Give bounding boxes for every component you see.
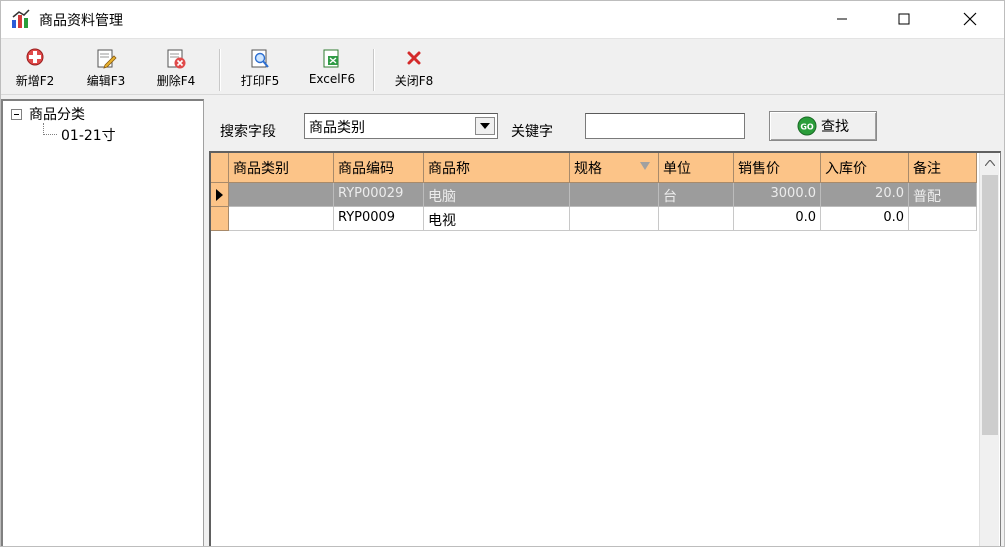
cell-sale-price[interactable]: 0.0 — [734, 207, 821, 231]
window-title: 商品资料管理 — [39, 13, 123, 29]
find-button[interactable]: GO 查找 — [769, 111, 877, 141]
cell-category[interactable] — [229, 207, 334, 231]
cell-name[interactable]: 电视 — [424, 207, 570, 231]
toolbar-separator — [373, 49, 375, 91]
new-label: 新增F2 — [15, 74, 55, 88]
current-row-arrow-icon — [216, 189, 223, 201]
column-header-label: 规格 — [574, 161, 602, 177]
close-window-button[interactable] — [947, 1, 993, 37]
category-tree[interactable]: 商品分类 01-21寸 — [1, 99, 204, 546]
excel-label: ExcelF6 — [308, 72, 356, 86]
column-header[interactable]: 销售价 — [734, 153, 821, 183]
tree-root-node[interactable]: 商品分类 — [29, 104, 85, 124]
cell-spec[interactable] — [570, 207, 659, 231]
content-panel: 搜索字段 商品类别 关键字 GO 查找 商品类别 商品编码 商品称 规格 单位 … — [207, 99, 1004, 546]
header-corner — [211, 153, 229, 183]
title-bar: 商品资料管理 — [1, 1, 1004, 39]
tree-connector — [43, 134, 57, 135]
dropdown-button[interactable] — [475, 117, 495, 135]
cell-cost-price[interactable]: 20.0 — [821, 183, 909, 207]
edit-button[interactable]: 编辑F3 — [73, 45, 139, 93]
cell-category[interactable] — [229, 183, 334, 207]
column-header[interactable]: 备注 — [909, 153, 977, 183]
close-button[interactable]: 关闭F8 — [383, 45, 445, 93]
close-icon — [963, 12, 977, 26]
delete-x-icon — [167, 49, 186, 69]
new-button[interactable]: 新增F2 — [5, 45, 65, 93]
cell-note[interactable]: 普配 — [909, 183, 977, 207]
toolbar: 新增F2 编辑F3 删除F4 打印F5 ExcelF6 关闭F8 — [1, 43, 1004, 95]
search-bar: 搜索字段 商品类别 关键字 GO 查找 — [207, 99, 1004, 151]
table-row[interactable]: RYP0009 电视 0.0 0.0 — [211, 207, 977, 231]
column-header[interactable]: 入库价 — [821, 153, 909, 183]
cell-sale-price[interactable]: 3000.0 — [734, 183, 821, 207]
excel-button[interactable]: ExcelF6 — [297, 45, 367, 93]
maximize-icon — [898, 13, 910, 25]
column-header[interactable]: 规格 — [570, 153, 659, 183]
cell-unit[interactable]: 台 — [659, 183, 734, 207]
app-chart-icon — [12, 9, 30, 28]
close-label: 关闭F8 — [394, 74, 434, 88]
cell-note[interactable] — [909, 207, 977, 231]
column-header[interactable]: 单位 — [659, 153, 734, 183]
column-header[interactable]: 商品编码 — [334, 153, 424, 183]
scroll-up-button[interactable] — [980, 153, 1000, 173]
svg-text:GO: GO — [800, 123, 814, 132]
plus-icon — [26, 48, 44, 66]
keyword-input[interactable] — [585, 113, 745, 139]
maximize-button[interactable] — [881, 1, 927, 37]
main-window: 商品资料管理 新增F2 编辑F3 删除F4 打印F5 ExcelF6 关闭F8 … — [0, 0, 1005, 547]
search-field-label: 搜索字段 — [220, 124, 276, 140]
toolbar-separator — [219, 49, 221, 91]
excel-icon — [323, 49, 339, 68]
chevron-down-icon — [480, 123, 490, 129]
search-field-value: 商品类别 — [309, 120, 365, 136]
print-preview-icon — [251, 49, 269, 68]
go-icon: GO — [797, 116, 817, 136]
vertical-scrollbar[interactable] — [979, 153, 1000, 546]
row-indicator[interactable] — [211, 207, 229, 231]
cell-unit[interactable] — [659, 207, 734, 231]
close-x-icon — [407, 51, 421, 65]
search-field-select[interactable]: 商品类别 — [304, 113, 498, 139]
product-grid[interactable]: 商品类别 商品编码 商品称 规格 单位 销售价 入库价 备注 RYP00029 … — [209, 151, 1001, 546]
edit-label: 编辑F3 — [86, 74, 126, 88]
chevron-up-icon — [985, 160, 995, 166]
cell-cost-price[interactable]: 0.0 — [821, 207, 909, 231]
scroll-thumb[interactable] — [982, 175, 998, 435]
grid-header: 商品类别 商品编码 商品称 规格 单位 销售价 入库价 备注 — [211, 153, 977, 183]
print-button[interactable]: 打印F5 — [229, 45, 291, 93]
column-header[interactable]: 商品称 — [424, 153, 570, 183]
delete-button[interactable]: 删除F4 — [145, 45, 207, 93]
minimize-button[interactable] — [819, 1, 865, 37]
column-header[interactable]: 商品类别 — [229, 153, 334, 183]
table-row[interactable]: RYP00029 电脑 台 3000.0 20.0 普配 — [211, 183, 977, 207]
row-indicator[interactable] — [211, 183, 229, 207]
edit-pencil-icon — [97, 49, 117, 69]
delete-label: 删除F4 — [156, 74, 196, 88]
print-label: 打印F5 — [240, 74, 280, 88]
cell-code[interactable]: RYP0009 — [334, 207, 424, 231]
tree-collapse-icon[interactable] — [11, 109, 22, 120]
keyword-label: 关键字 — [511, 124, 553, 140]
minimize-icon — [837, 18, 847, 20]
cell-spec[interactable] — [570, 183, 659, 207]
tree-child-node[interactable]: 01-21寸 — [61, 125, 116, 145]
find-label: 查找 — [821, 119, 849, 135]
cell-code[interactable]: RYP00029 — [334, 183, 424, 207]
filter-icon[interactable] — [640, 162, 650, 170]
cell-name[interactable]: 电脑 — [424, 183, 570, 207]
